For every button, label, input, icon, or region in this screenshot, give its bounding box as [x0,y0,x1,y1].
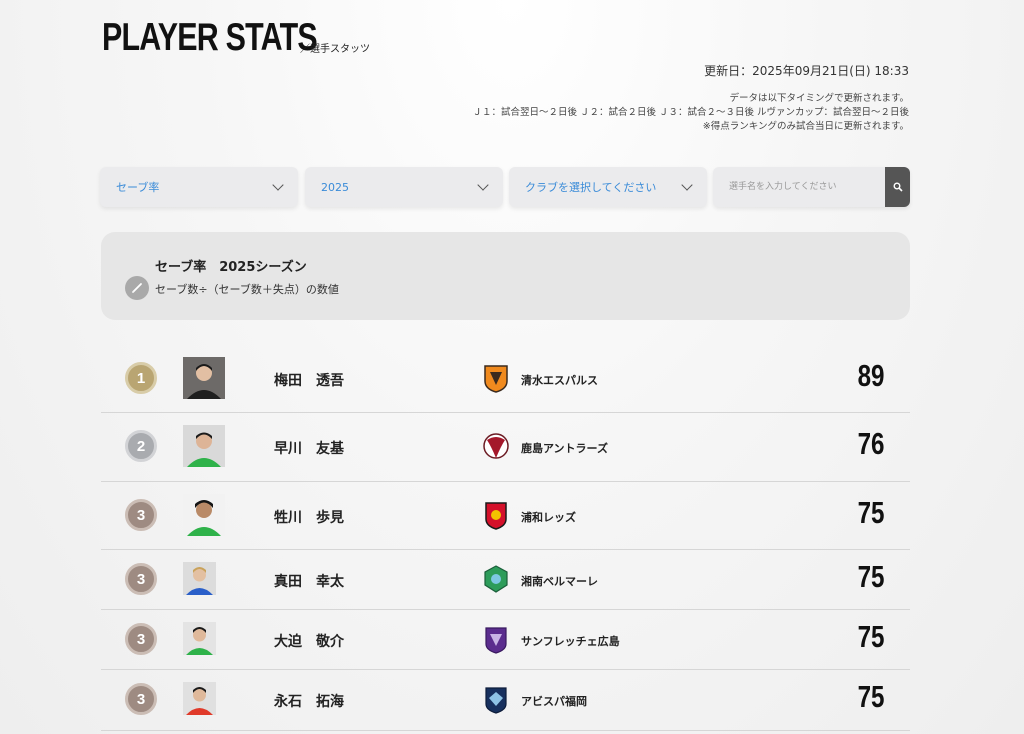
fukuoka-crest-icon [483,684,509,714]
player-photo [183,494,225,536]
club-name: 清水エスパルス [521,374,598,387]
stat-info-panel: セーブ率 2025シーズン セーブ数÷（セーブ数＋失点）の数値 [101,232,910,320]
stat-value: 75 [857,495,884,530]
player-name: 永石 拓海 [274,694,344,710]
update-note: データは以下タイミングで更新されます。 [729,93,909,104]
chevron-down-icon [477,179,489,191]
page-subtitle: ／選手スタッツ [300,44,370,55]
chevron-down-icon [272,179,284,191]
search-icon [893,182,903,192]
player-photo [183,357,225,399]
player-photo [183,562,216,595]
stat-value: 76 [857,426,884,461]
shimizu-crest-icon [483,363,509,393]
player-photo [183,622,216,655]
player-search-input[interactable] [713,167,885,207]
search-button[interactable] [885,167,910,207]
season-select[interactable]: 2025 [305,167,503,207]
urawa-crest-icon [483,500,509,530]
season-select-value: 2025 [321,180,349,194]
stat-info-description: セーブ数÷（セーブ数＋失点）の数値 [155,283,339,296]
player-name: 真田 幸太 [274,574,344,590]
stat-value: 75 [857,559,884,594]
player-photo [183,682,216,715]
ranking-row[interactable]: 2 早川 友基 鹿島アントラーズ 76 [101,413,910,482]
ranking-row[interactable]: 3 永石 拓海 アビスパ福岡 75 [101,670,910,731]
club-name: 鹿島アントラーズ [521,442,609,455]
stat-value: 89 [857,358,884,393]
page-title: PLAYER STATS [102,16,318,59]
player-photo [183,425,225,467]
stat-value: 75 [857,679,884,714]
rank-badge: 3 [125,623,157,655]
updated-timestamp: 更新日：2025年09月21日(日) 18:33 [704,64,909,78]
ranking-row[interactable]: 3 真田 幸太 湘南ベルマーレ 75 [101,550,910,610]
club-name: 湘南ベルマーレ [521,575,598,588]
rank-badge: 3 [125,683,157,715]
player-name: 牲川 歩見 [274,510,344,526]
player-name: 梅田 透吾 [274,373,344,389]
club-name: サンフレッチェ広島 [521,635,620,648]
player-name: 早川 友基 [274,441,344,457]
stat-value: 75 [857,619,884,654]
rank-badge: 3 [125,499,157,531]
club-select[interactable]: クラブを選択してください [509,167,707,207]
rank-badge: 1 [125,362,157,394]
player-search [713,167,910,207]
ranking-row[interactable]: 1 梅田 透吾 清水エスパルス 89 [101,344,910,413]
shonan-crest-icon [483,564,509,594]
ranking-row[interactable]: 3 大迫 敬介 サンフレッチェ広島 75 [101,610,910,670]
stat-info-title: セーブ率 2025シーズン [155,260,307,275]
rank-badge: 2 [125,430,157,462]
update-note: ※得点ランキングのみ試合当日に更新されます。 [702,121,909,132]
rank-badge: 3 [125,563,157,595]
club-select-value: クラブを選択してください [525,181,657,194]
chevron-down-icon [681,179,693,191]
ranking-row[interactable]: 3 牲川 歩見 浦和レッズ 75 [101,482,910,550]
hiroshima-crest-icon [483,624,509,654]
stat-select-value: セーブ率 [116,181,160,194]
stat-select[interactable]: セーブ率 [100,167,298,207]
update-notes: データは以下タイミングで更新されます。 Ｊ１：試合翌日〜２日後 Ｊ２：試合２日後… [472,92,909,134]
update-note: Ｊ１：試合翌日〜２日後 Ｊ２：試合２日後 Ｊ３：試合２〜３日後 ルヴァンカップ：… [472,107,909,118]
pencil-icon [125,276,149,300]
club-name: 浦和レッズ [521,511,576,524]
club-name: アビスパ福岡 [521,695,587,708]
player-name: 大迫 敬介 [274,634,344,650]
kashima-crest-icon [483,431,509,461]
